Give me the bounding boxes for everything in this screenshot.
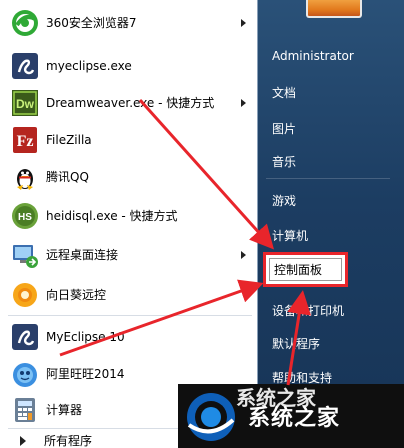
arrow-myeclipse-to-control-panel (59, 279, 264, 357)
arrow-dreamweaver-to-control-panel (138, 98, 275, 250)
annotation-arrows (59, 98, 312, 386)
arrow-bottom-to-control-panel (286, 290, 312, 386)
start-menu: 360安全浏览器7 myeclipse.exe Dw Dreamweaver.e… (0, 0, 404, 448)
